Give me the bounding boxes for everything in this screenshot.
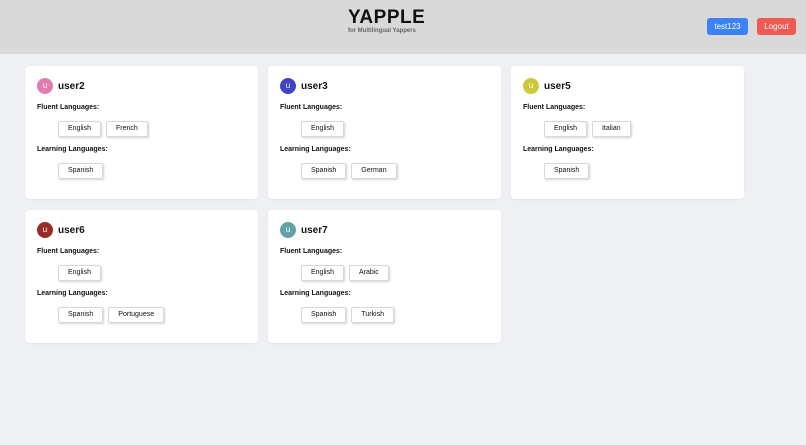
user-card-header: u user6 [37, 222, 85, 238]
language-chip: Spanish [301, 307, 347, 323]
username: user2 [58, 80, 85, 92]
language-chip: English [301, 121, 344, 137]
user-card: u user3 Fluent Languages: English Learni… [268, 66, 501, 199]
language-chip: English [544, 121, 587, 137]
username: user5 [544, 80, 571, 92]
user-card-header: u user5 [523, 78, 571, 94]
learning-languages-label: Learning Languages: [37, 290, 108, 297]
learning-languages-label: Learning Languages: [280, 146, 351, 153]
fluent-languages-list: English Italian [544, 121, 631, 137]
language-chip: Spanish [544, 163, 590, 179]
user-card: u user2 Fluent Languages: English French… [25, 66, 258, 199]
language-chip: Spanish [58, 307, 104, 323]
fluent-languages-label: Fluent Languages: [280, 104, 343, 111]
fluent-languages-label: Fluent Languages: [37, 248, 100, 255]
language-chip: Arabic [348, 265, 389, 281]
language-chip: German [351, 163, 397, 179]
user-card: u user5 Fluent Languages: English Italia… [511, 66, 744, 199]
avatar: u [37, 78, 53, 94]
user-card: u user6 Fluent Languages: English Learni… [25, 210, 258, 343]
fluent-languages-list: English Arabic [301, 265, 389, 281]
fluent-languages-label: Fluent Languages: [280, 248, 343, 255]
brand: YAPPLE for Multilingual Yappers [348, 7, 468, 35]
user-card-header: u user3 [280, 78, 328, 94]
app-subtitle: for Multilingual Yappers [348, 28, 416, 34]
fluent-languages-list: English [301, 121, 344, 137]
learning-languages-list: Spanish [58, 163, 104, 179]
language-chip: French [105, 121, 148, 137]
username: user7 [301, 224, 328, 236]
logout-button[interactable]: Logout [757, 18, 796, 35]
learning-languages-list: Spanish [544, 163, 590, 179]
user-card-header: u user2 [37, 78, 85, 94]
learning-languages-label: Learning Languages: [37, 146, 108, 153]
user-card: u user7 Fluent Languages: English Arabic… [268, 210, 501, 343]
learning-languages-label: Learning Languages: [523, 146, 594, 153]
language-chip: English [301, 265, 344, 281]
learning-languages-label: Learning Languages: [280, 290, 351, 297]
user-profile-button[interactable]: test123 [707, 18, 748, 35]
fluent-languages-label: Fluent Languages: [37, 104, 100, 111]
language-chip: English [58, 265, 101, 281]
avatar: u [523, 78, 539, 94]
language-chip: Turkish [351, 307, 394, 323]
username: user6 [58, 224, 85, 236]
learning-languages-list: Spanish Portuguese [58, 307, 165, 323]
fluent-languages-label: Fluent Languages: [523, 104, 586, 111]
avatar: u [280, 222, 296, 238]
learning-languages-list: Spanish Turkish [301, 307, 394, 323]
username: user3 [301, 80, 328, 92]
fluent-languages-list: English French [58, 121, 148, 137]
fluent-languages-list: English [58, 265, 101, 281]
user-card-header: u user7 [280, 222, 328, 238]
language-chip: Spanish [301, 163, 347, 179]
avatar: u [37, 222, 53, 238]
avatar: u [280, 78, 296, 94]
app-title: YAPPLE [348, 7, 426, 28]
language-chip: English [58, 121, 101, 137]
app-header: YAPPLE for Multilingual Yappers test123 … [0, 0, 806, 54]
language-chip: Italian [591, 121, 631, 137]
learning-languages-list: Spanish German [301, 163, 397, 179]
language-chip: Portuguese [108, 307, 165, 323]
language-chip: Spanish [58, 163, 104, 179]
